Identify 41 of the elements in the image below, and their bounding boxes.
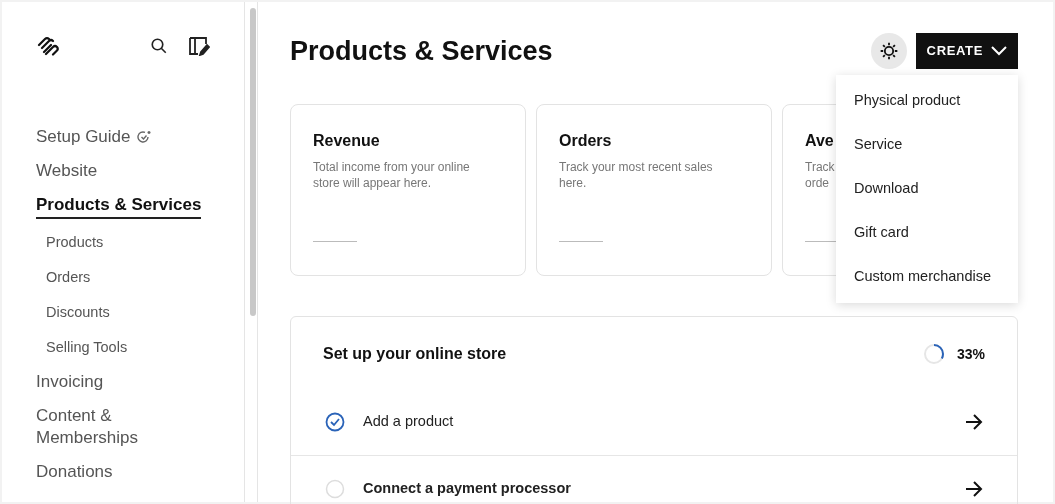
task-label: Add a product — [363, 412, 454, 432]
nav-subitem[interactable]: Discounts — [46, 295, 110, 330]
card-description: Total income from your online — [313, 159, 470, 175]
nav-subitem[interactable]: Selling Tools — [46, 330, 128, 365]
progress-percent: 33% — [956, 344, 985, 364]
nav-item[interactable]: Invoicing — [36, 371, 104, 393]
card-description: Track — [805, 159, 835, 175]
menu-item[interactable]: Service — [836, 123, 1018, 167]
card-title: Revenue — [313, 131, 380, 151]
create-button[interactable]: CREATE — [915, 33, 1018, 69]
nav-subitem[interactable]: Orders — [46, 260, 91, 295]
scrollbar[interactable] — [250, 8, 256, 316]
card-title: Ave — [805, 131, 834, 151]
task-row[interactable]: Connect a payment processor — [291, 455, 1017, 504]
nav-subitem[interactable]: Products — [46, 225, 104, 260]
menu-item[interactable]: Custom merchandise — [836, 255, 1018, 299]
page-title: Products & Services — [290, 34, 553, 68]
logo-icon[interactable] — [36, 36, 60, 56]
settings-button[interactable] — [870, 33, 907, 69]
card-title: Orders — [559, 131, 612, 151]
arrow-right-icon[interactable] — [965, 480, 983, 497]
menu-item[interactable]: Download — [836, 167, 1018, 211]
nav-item[interactable]: Products & Services — [36, 194, 202, 219]
nav-item[interactable]: Donations — [36, 461, 113, 483]
settings-icon — [878, 41, 899, 61]
progress-ring — [922, 343, 945, 365]
task-row[interactable]: Add a product — [291, 389, 1017, 455]
card-description: here. — [559, 175, 587, 191]
menu-item[interactable]: Gift card — [836, 211, 1018, 255]
search-icon[interactable] — [150, 37, 168, 55]
card-description: orde — [805, 175, 830, 191]
edit-panel-icon[interactable] — [188, 36, 210, 56]
arrow-right-icon[interactable] — [965, 414, 983, 430]
card-description: Track your most recent sales — [559, 159, 713, 175]
nav-item[interactable]: Website — [36, 160, 98, 182]
card-description: store will appear here. — [313, 175, 432, 191]
task-label: Connect a payment processor — [363, 478, 571, 498]
menu-item[interactable]: Physical product — [836, 79, 1018, 123]
nav-item[interactable]: Setup Guide — [36, 126, 131, 148]
nav-item[interactable]: Content & Memberships — [36, 405, 156, 449]
panel-title: Set up your online store — [323, 344, 507, 364]
